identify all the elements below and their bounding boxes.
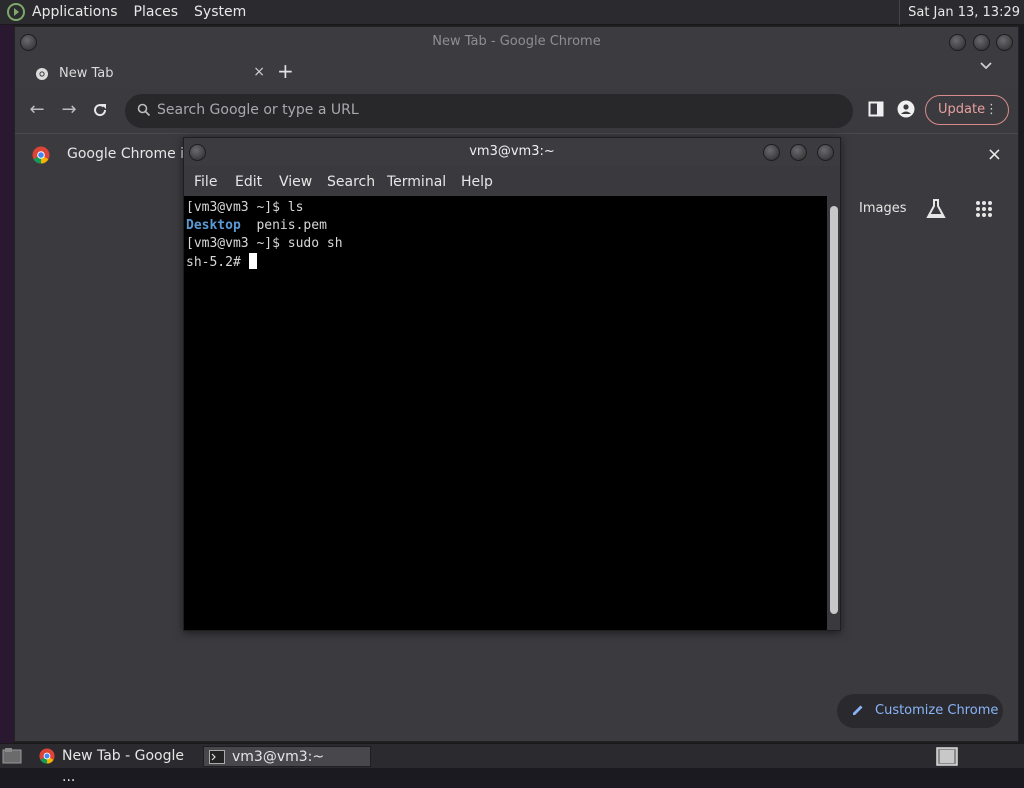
chrome-titlebar[interactable]: New Tab - Google Chrome	[15, 27, 1018, 57]
images-link[interactable]: Images	[859, 201, 907, 216]
chrome-menu-icon[interactable]: ⋮	[985, 96, 998, 124]
maximize-button[interactable]	[973, 34, 990, 51]
taskbar-item-chrome[interactable]: New Tab - Google ...	[34, 746, 196, 785]
chrome-taskbar-icon	[39, 748, 55, 764]
terminal-menu-search[interactable]: Search	[327, 174, 375, 190]
tab-search-chevron-icon[interactable]	[980, 62, 992, 70]
pencil-icon	[853, 705, 863, 715]
system-logo-icon[interactable]	[6, 2, 26, 22]
reload-icon[interactable]	[91, 101, 109, 119]
clock[interactable]: Sat Jan 13, 13:29	[899, 0, 1020, 25]
update-label: Update	[938, 102, 986, 117]
chrome-logo-icon	[32, 146, 50, 164]
close-window-button[interactable]	[996, 34, 1013, 51]
terminal-menubar: File Edit View Search Terminal Help	[184, 168, 840, 196]
customize-chrome-label: Customize Chrome	[875, 703, 999, 718]
search-icon	[137, 103, 151, 117]
taskbar-item-label: New Tab - Google ...	[62, 748, 185, 785]
system-menu[interactable]: System	[194, 4, 246, 20]
taskbar-item-label: vm3@vm3:~	[232, 749, 325, 765]
terminal-title: vm3@vm3:~	[469, 144, 555, 159]
side-panel-icon[interactable]	[868, 101, 884, 117]
terminal-window: vm3@vm3:~ File Edit View Search Terminal…	[183, 137, 841, 631]
update-button[interactable]: Update ⋮	[925, 95, 1009, 125]
info-bar-close-icon[interactable]: ×	[987, 144, 1002, 165]
new-tab-button[interactable]: +	[277, 59, 294, 83]
back-icon[interactable]: ←	[23, 96, 51, 124]
minimize-button[interactable]	[949, 34, 966, 51]
terminal-minimize-button[interactable]	[763, 144, 780, 161]
terminal-maximize-button[interactable]	[790, 144, 807, 161]
tab-new-tab[interactable]: New Tab ×	[23, 59, 265, 89]
omnibox[interactable]: Search Google or type a URL	[125, 94, 853, 128]
terminal-titlebar[interactable]: vm3@vm3:~	[184, 138, 840, 166]
terminal-line: sh-5.2#	[186, 253, 827, 272]
terminal-menu-help[interactable]: Help	[461, 174, 493, 190]
tab-title: New Tab	[59, 66, 114, 81]
chrome-favicon-icon	[36, 68, 48, 80]
terminal-menu-file[interactable]: File	[194, 174, 217, 190]
terminal-menu-terminal[interactable]: Terminal	[387, 174, 446, 190]
apps-grid-icon[interactable]	[975, 200, 993, 218]
customize-chrome-button[interactable]: Customize Chrome	[837, 694, 1003, 728]
window-menu-button[interactable]	[20, 34, 37, 51]
info-bar-message: Google Chrome isn	[67, 146, 201, 162]
profile-icon[interactable]	[897, 100, 915, 118]
terminal-line: [vm3@vm3 ~]$ ls	[186, 200, 304, 215]
terminal-close-button[interactable]	[817, 144, 834, 161]
chrome-window-title: New Tab - Google Chrome	[432, 34, 601, 49]
terminal-line: [vm3@vm3 ~]$ sudo sh	[186, 236, 343, 251]
terminal-screen[interactable]: [vm3@vm3 ~]$ ls Desktop penis.pem [vm3@v…	[184, 196, 827, 630]
tab-close-icon[interactable]: ×	[253, 64, 265, 80]
terminal-taskbar-icon	[209, 750, 225, 764]
show-desktop-icon[interactable]	[2, 747, 22, 765]
top-panel: Applications Places System Sat Jan 13, 1…	[0, 0, 1024, 25]
taskbar-item-terminal[interactable]: vm3@vm3:~	[203, 746, 371, 767]
forward-icon[interactable]: →	[55, 96, 83, 124]
scrollbar-thumb[interactable]	[830, 206, 838, 614]
desktop-background	[0, 25, 14, 743]
terminal-cursor	[248, 253, 257, 269]
places-menu[interactable]: Places	[134, 4, 179, 20]
bottom-panel: New Tab - Google ... vm3@vm3:~	[0, 743, 1024, 785]
directory-entry: Desktop	[186, 218, 241, 233]
terminal-menu-view[interactable]: View	[279, 174, 312, 190]
terminal-menu-edit[interactable]: Edit	[235, 174, 262, 190]
omnibox-placeholder: Search Google or type a URL	[157, 102, 359, 118]
terminal-line: Desktop penis.pem	[186, 217, 827, 235]
shell-prompt: sh-5.2#	[186, 255, 249, 270]
tab-strip: New Tab ×	[15, 57, 1018, 89]
chrome-toolbar: ← → Search Google or type a URL Update ⋮	[15, 91, 1018, 131]
file-entry: penis.pem	[240, 218, 327, 233]
labs-flask-icon[interactable]	[925, 198, 947, 220]
workspace-switcher-icon[interactable]	[936, 747, 958, 766]
applications-menu[interactable]: Applications	[32, 4, 118, 20]
terminal-scrollbar[interactable]	[828, 196, 840, 630]
terminal-window-menu-button[interactable]	[189, 144, 206, 161]
